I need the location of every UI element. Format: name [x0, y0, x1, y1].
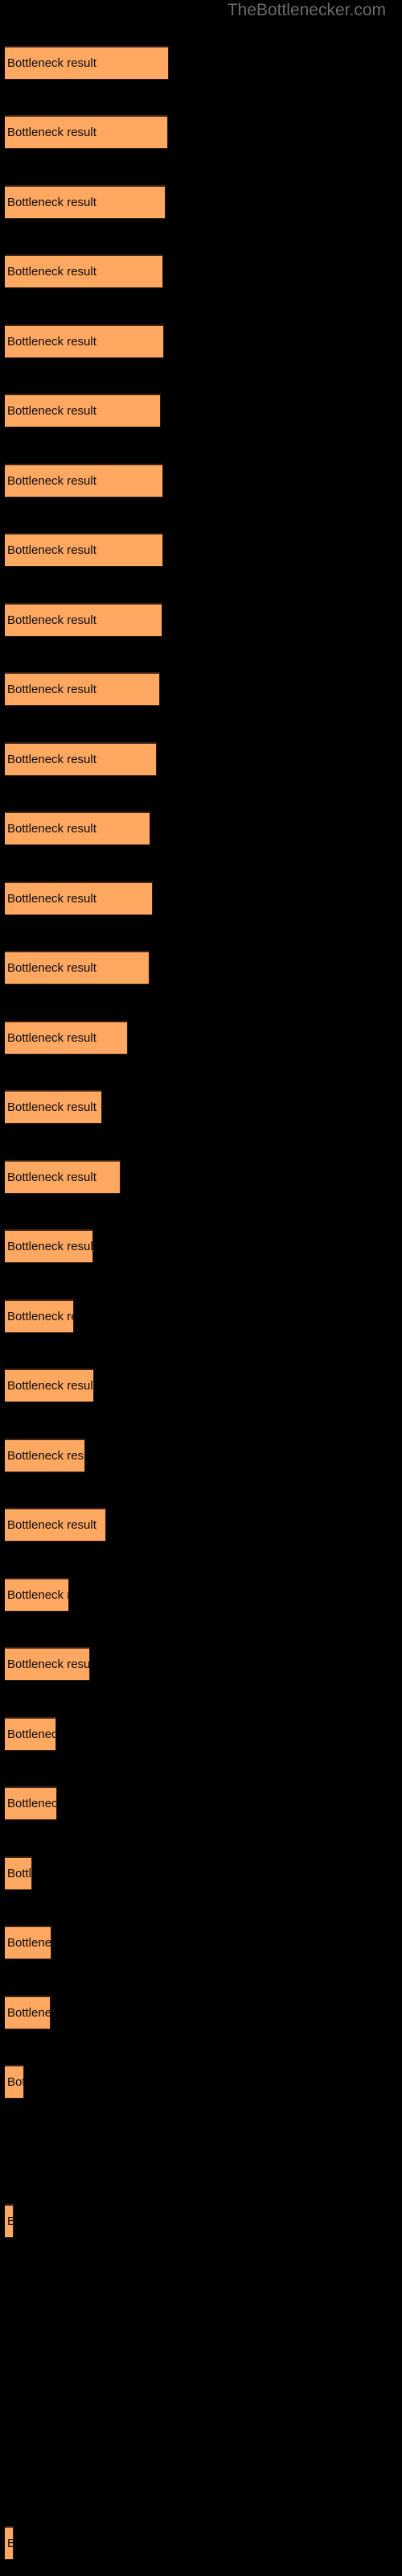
bar-row: Bottleneck result [0, 394, 402, 427]
bar[interactable]: Bottleneck result [5, 185, 166, 219]
bar-label: Bottleneck result [7, 752, 96, 766]
bar-row: Bottleneck result [0, 1926, 402, 1959]
bar-row: Bottleneck result [0, 672, 402, 706]
bar-row: Bottleneck result [0, 1229, 402, 1263]
bar-label: Bottleneck result [7, 1517, 96, 1532]
bar[interactable]: Bottleneck result [5, 881, 153, 915]
bar-label: Bottleneck result [7, 2537, 13, 2550]
bottleneck-bar-chart: TheBottlenecker.com Bottleneck result Bot… [0, 0, 402, 2576]
bar-label: Bottleneck result [7, 1587, 68, 1602]
bar-label: Bottleneck result [7, 264, 96, 279]
bar-row: Bottleneck result [0, 2526, 402, 2560]
bar-label: Bottleneck result [7, 1100, 96, 1114]
bar-label: Bottleneck result [7, 1866, 32, 1880]
bar-row: Bottleneck result [0, 533, 402, 567]
bar-label: Bottleneck result [7, 1309, 73, 1323]
bar-label: Bottleneck result [7, 125, 96, 139]
bar-row: Bottleneck result [0, 464, 402, 497]
bar[interactable]: Bottleneck result [5, 46, 169, 80]
plot-area: Bottleneck result Bottleneck result Bottle… [0, 0, 402, 2576]
bar-label: Bottleneck result [7, 682, 96, 696]
bar[interactable]: Bottleneck result [5, 1021, 128, 1055]
bar-label: Bottleneck result [7, 56, 96, 70]
bar-label: Bottleneck result [7, 195, 96, 209]
bar[interactable]: Bottleneck result [5, 672, 160, 706]
bar[interactable]: Bottleneck result [5, 1299, 74, 1333]
bar-label: Bottleneck result [7, 1239, 93, 1253]
bar-label: Bottleneck result [7, 543, 96, 557]
bar-row: Bottleneck result [0, 1160, 402, 1194]
bar-label: Bottleneck result [7, 403, 96, 418]
bar-row: Bottleneck result [0, 1647, 402, 1681]
bar[interactable]: Bottleneck result [5, 2065, 24, 2099]
bar[interactable]: Bottleneck result [5, 1368, 94, 1402]
bar[interactable]: Bottleneck result [5, 1717, 56, 1751]
bar-label: Bottleneck result [7, 1727, 55, 1741]
bar[interactable]: Bottleneck result [5, 1996, 51, 2029]
bar-row: Bottleneck result [0, 1996, 402, 2029]
bar-row: Bottleneck result [0, 811, 402, 845]
bar[interactable]: Bottleneck result [5, 1578, 69, 1612]
bar-row: Bottleneck result [0, 115, 402, 149]
bar[interactable]: Bottleneck result [5, 1647, 90, 1681]
bar[interactable]: Bottleneck result [5, 1090, 102, 1124]
bar-row: Bottleneck result [0, 254, 402, 288]
bar-label: Bottleneck result [7, 1030, 96, 1045]
bar[interactable]: Bottleneck result [5, 1160, 121, 1194]
bar[interactable]: Bottleneck result [5, 464, 163, 497]
bar-label: Bottleneck result [7, 821, 96, 836]
bar[interactable]: Bottleneck result [5, 951, 150, 985]
bar-row: Bottleneck result [0, 603, 402, 637]
bar-row: Bottleneck result [0, 1021, 402, 1055]
bar-label: Bottleneck result [7, 473, 96, 488]
bar-label: Bottleneck result [7, 613, 96, 627]
bar-label: Bottleneck result [7, 1935, 51, 1950]
bar-row: Bottleneck result [0, 742, 402, 776]
bar[interactable]: Bottleneck result [5, 324, 164, 358]
bar-label: Bottleneck result [7, 334, 96, 349]
bar-row: Bottleneck result [0, 46, 402, 80]
bar-row: Bottleneck result [0, 951, 402, 985]
bar-label: Bottleneck result [7, 2074, 23, 2089]
bar[interactable]: Bottleneck result [5, 1439, 85, 1472]
bar-label: Bottleneck result [7, 2215, 13, 2228]
bar-row: Bottleneck result [0, 1439, 402, 1472]
bar[interactable]: Bottleneck result [5, 115, 168, 149]
bar[interactable]: Bottleneck result [5, 603, 162, 637]
bar-row: Bottleneck result [0, 1299, 402, 1333]
bar-label: Bottleneck result [7, 891, 96, 906]
bar[interactable]: Bottleneck result [5, 811, 150, 845]
bar-label: Bottleneck result [7, 960, 96, 975]
bar[interactable]: Bottleneck result [5, 1856, 32, 1890]
bar-row: Bottleneck result [0, 1856, 402, 1890]
bar[interactable]: Bottleneck result [5, 1786, 57, 1820]
bar-label: Bottleneck result [7, 1448, 84, 1463]
bar[interactable]: Bottleneck result [5, 1229, 93, 1263]
bar-label: Bottleneck result [7, 1657, 90, 1671]
bar-row: Bottleneck result [0, 324, 402, 358]
bar-row: Bottleneck result [0, 1717, 402, 1751]
bar-row: Bottleneck result [0, 2065, 402, 2099]
bar-row: Bottleneck result [0, 1090, 402, 1124]
bar-label: Bottleneck result [7, 1378, 94, 1393]
bar-row: Bottleneck result [0, 1508, 402, 1542]
bar[interactable]: Bottleneck result [5, 254, 163, 288]
bar-label: Bottleneck result [7, 1170, 96, 1184]
bar-row: Bottleneck result [0, 1786, 402, 1820]
bar-row: Bottleneck result [0, 1368, 402, 1402]
bar[interactable]: Bottleneck result [5, 742, 157, 776]
bar-row: Bottleneck result [0, 2204, 402, 2238]
bar[interactable]: Bottleneck result [5, 1508, 106, 1542]
bar[interactable]: Bottleneck result [5, 533, 163, 567]
bar[interactable]: Bottleneck result [5, 2526, 14, 2560]
bar[interactable]: Bottleneck result [5, 2204, 14, 2238]
bar-row: Bottleneck result [0, 1578, 402, 1612]
bar-row: Bottleneck result [0, 185, 402, 219]
bar-label: Bottleneck result [7, 1796, 57, 1810]
bar[interactable]: Bottleneck result [5, 394, 161, 427]
bar-row: Bottleneck result [0, 881, 402, 915]
bar-label: Bottleneck result [7, 2005, 50, 2020]
bar[interactable]: Bottleneck result [5, 1926, 51, 1959]
